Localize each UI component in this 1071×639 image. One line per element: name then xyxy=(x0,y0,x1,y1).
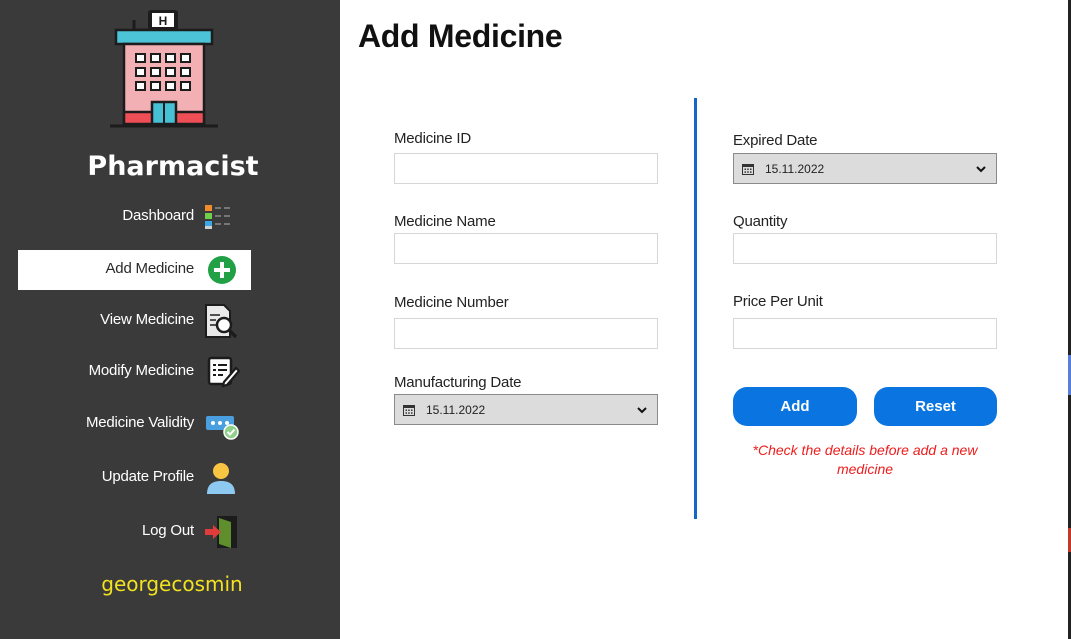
sidebar-item-log-out[interactable]: Log Out xyxy=(0,512,340,552)
sidebar-item-update-profile[interactable]: Update Profile xyxy=(0,458,340,498)
sidebar-item-modify-medicine[interactable]: Modify Medicine xyxy=(0,352,340,392)
sidebar-item-view-medicine[interactable]: View Medicine xyxy=(0,301,340,341)
add-button[interactable]: Add xyxy=(733,387,857,426)
role-title: Pharmacist xyxy=(87,151,259,182)
price-per-unit-input[interactable] xyxy=(733,318,997,349)
username: georgecosmin xyxy=(101,572,243,596)
medicine-number-label: Medicine Number xyxy=(394,294,509,311)
manufacturing-date-picker[interactable]: 15.11.2022 xyxy=(394,394,658,425)
document-search-icon xyxy=(205,304,238,339)
calendar-icon xyxy=(742,164,754,175)
hospital-building-icon: H xyxy=(110,10,218,128)
dashboard-icon xyxy=(205,205,230,229)
validation-note: *Check the details before add a new medi… xyxy=(752,442,978,477)
expired-date-value: 15.11.2022 xyxy=(765,162,825,176)
sidebar-item-label: Medicine Validity xyxy=(85,414,194,431)
column-divider xyxy=(694,98,697,519)
chevron-down-icon[interactable] xyxy=(637,406,647,414)
edit-list-icon xyxy=(207,356,241,388)
sidebar-item-label: Dashboard xyxy=(122,207,194,224)
medicine-id-input[interactable] xyxy=(394,153,658,184)
manufacturing-date-label: Manufacturing Date xyxy=(394,374,522,391)
sidebar-item-label: Add Medicine xyxy=(105,260,195,277)
sidebar-item-add-medicine[interactable]: Add Medicine xyxy=(0,250,340,290)
user-profile-icon xyxy=(207,463,235,494)
sidebar-item-label: Update Profile xyxy=(101,468,194,485)
svg-text:H: H xyxy=(159,14,168,28)
expired-date-picker[interactable]: 15.11.2022 xyxy=(733,153,997,184)
add-circle-icon xyxy=(208,256,236,284)
chevron-down-icon[interactable] xyxy=(976,165,986,173)
medicine-id-label: Medicine ID xyxy=(394,130,471,147)
manufacturing-date-value: 15.11.2022 xyxy=(426,403,486,417)
logout-door-icon xyxy=(205,516,237,548)
price-per-unit-label: Price Per Unit xyxy=(733,293,823,310)
page-title: Add Medicine xyxy=(358,18,563,54)
sidebar-item-label: View Medicine xyxy=(100,311,194,328)
sidebar-item-label: Modify Medicine xyxy=(88,362,195,379)
password-check-icon xyxy=(206,416,239,440)
sidebar-item-label: Log Out xyxy=(142,522,194,539)
medicine-number-input[interactable] xyxy=(394,318,658,349)
medicine-name-input[interactable] xyxy=(394,233,658,264)
sidebar-item-dashboard[interactable]: Dashboard xyxy=(0,197,340,237)
sidebar: H Pharmacist Dashboard Add Medicine View… xyxy=(0,0,340,639)
medicine-name-label: Medicine Name xyxy=(394,213,496,230)
calendar-icon xyxy=(403,405,415,416)
sidebar-item-medicine-validity[interactable]: Medicine Validity xyxy=(0,404,340,444)
quantity-label: Quantity xyxy=(733,213,788,230)
reset-button[interactable]: Reset xyxy=(874,387,997,426)
expired-date-label: Expired Date xyxy=(733,132,818,149)
quantity-input[interactable] xyxy=(733,233,997,264)
